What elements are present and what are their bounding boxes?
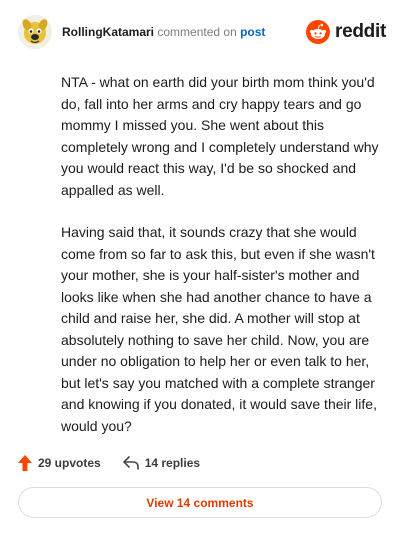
avatar-dog-icon [18, 15, 52, 49]
reply-button[interactable]: 14 replies [122, 456, 201, 470]
upvote-arrow-icon [18, 455, 32, 471]
comment-paragraph: Having said that, it sounds crazy that s… [61, 224, 377, 434]
comment-header: RollingKatamari commented on post reddit [18, 14, 386, 50]
commented-on-text: commented on [157, 25, 237, 39]
reply-arrow-icon [122, 456, 139, 470]
upvote-count: 29 upvotes [38, 456, 101, 470]
upvote-button[interactable]: 29 upvotes [18, 455, 101, 471]
view-comments-label: View 14 comments [146, 495, 254, 510]
comment-footer: 29 upvotes 14 replies [18, 453, 382, 473]
reply-count: 14 replies [144, 456, 201, 470]
post-link[interactable]: post [240, 25, 265, 39]
reddit-brand[interactable]: reddit [306, 20, 386, 44]
comment-body: NTA - what on earth did your birth mom t… [61, 72, 381, 458]
reddit-snoo-icon [306, 20, 331, 44]
view-comments-button[interactable]: View 14 comments [18, 487, 382, 518]
comment-byline: RollingKatamari commented on post [62, 26, 265, 38]
reddit-wordmark: reddit [335, 21, 386, 42]
author-username[interactable]: RollingKatamari [62, 25, 154, 39]
comment-paragraph: NTA - what on earth did your birth mom t… [61, 74, 379, 198]
user-avatar[interactable] [18, 15, 52, 49]
comment-card: RollingKatamari commented on post reddit… [0, 0, 400, 536]
